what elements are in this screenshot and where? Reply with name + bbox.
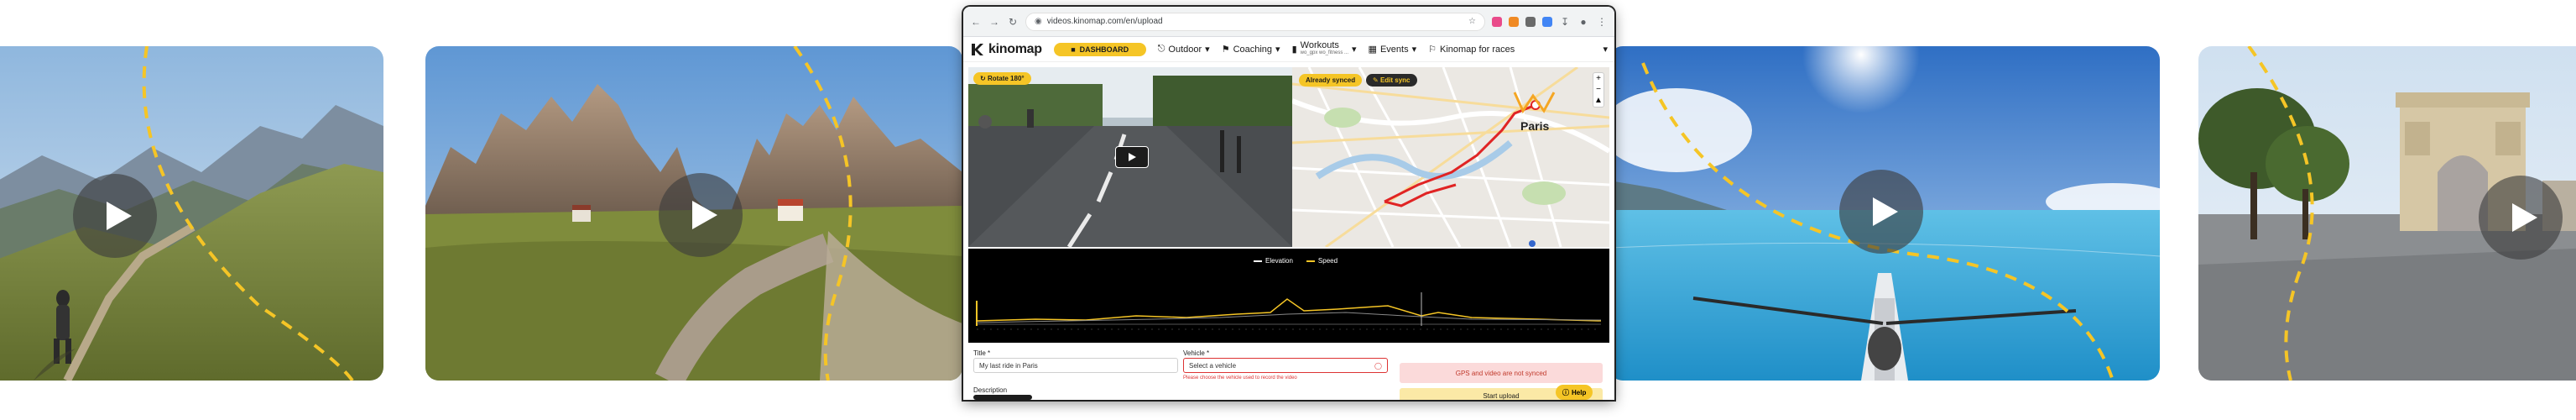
kinomap-logo[interactable]: kinomap (970, 42, 1042, 57)
nav-workouts[interactable]: ▮ Workouts wo_gpx wo_fitness ... ▾ (1291, 39, 1357, 57)
video-preview[interactable]: ↻ Rotate 180° (968, 67, 1292, 247)
showcase-strip: ← → ↻ ◉ videos.kinomap.com/en/upload ☆ ↧… (0, 0, 2576, 420)
dashboard-button[interactable]: ■ DASHBOARD (1053, 42, 1146, 56)
elevation-speed-chart[interactable]: Elevation Speed (968, 249, 1609, 343)
extension-icon[interactable] (1492, 16, 1502, 27)
upload-form: Title * My last ride in Paris Vehicle * … (963, 344, 1614, 400)
coaching-icon: ⚑ (1221, 45, 1230, 55)
zoom-out-icon[interactable]: − (1593, 84, 1603, 95)
edit-sync-button[interactable]: ✎ Edit sync (1366, 74, 1417, 87)
sync-editor: ↻ Rotate 180° Already synced ✎ Edit sync… (963, 62, 1614, 249)
play-button[interactable] (659, 173, 743, 257)
site-info-icon[interactable]: ◉ (1035, 17, 1042, 26)
extension-icon[interactable] (1542, 16, 1552, 27)
edit-sync-label: Edit sync (1379, 76, 1411, 84)
nav-coaching[interactable]: ⚑ Coaching ▾ (1222, 44, 1280, 55)
nav-label: Kinomap for races (1440, 44, 1515, 55)
error-circle-icon: ◯ (1374, 361, 1382, 370)
nav-label: Coaching (1233, 44, 1273, 55)
play-icon (2512, 203, 2537, 232)
chevron-down-icon: ▾ (1275, 45, 1280, 55)
back-icon[interactable]: ← (970, 16, 982, 28)
trail-run-scene (0, 46, 383, 381)
kinomap-k-icon (972, 43, 983, 55)
download-icon[interactable]: ↧ (1559, 16, 1571, 28)
pencil-icon: ✎ (1373, 76, 1379, 84)
play-button[interactable] (1839, 170, 1923, 254)
profile-icon[interactable]: ● (1577, 16, 1589, 28)
play-icon (1129, 153, 1136, 161)
nav-events[interactable]: ▦ Events ▾ (1369, 44, 1417, 55)
chevron-down-icon: ▾ (1352, 45, 1357, 55)
nav-label: Workouts (1300, 39, 1339, 50)
help-label: Help (1572, 388, 1587, 396)
flag-icon: ⚐ (1428, 45, 1437, 55)
vehicle-error: Please choose the vehicle used to record… (1183, 375, 1297, 381)
logo-text: kinomap (988, 41, 1042, 56)
title-label: Title * (973, 349, 991, 357)
chart-plot (976, 292, 1602, 330)
rotate-button[interactable]: ↻ Rotate 180° (973, 72, 1031, 85)
play-button[interactable] (2479, 176, 2563, 260)
browser-toolbar: ← → ↻ ◉ videos.kinomap.com/en/upload ☆ ↧… (963, 7, 1614, 37)
compass-icon: ⎋ (1157, 44, 1165, 54)
extension-icon[interactable] (1525, 16, 1536, 27)
url-text: videos.kinomap.com/en/upload (1046, 17, 1163, 26)
description-label: Description (973, 386, 1008, 394)
title-input[interactable]: My last ride in Paris (973, 358, 1178, 373)
rotate-icon: ↻ (980, 75, 986, 82)
compass-icon[interactable]: ▲ (1593, 95, 1603, 106)
rotate-label: Rotate 180° (987, 75, 1025, 82)
chevron-down-icon[interactable]: ▾ (1603, 44, 1608, 55)
chevron-down-icon: ▾ (1411, 45, 1417, 55)
nav-outdoor[interactable]: ⎋ Outdoor ▾ (1158, 44, 1210, 55)
vehicle-label: Vehicle * (1183, 349, 1210, 357)
description-toolbar[interactable] (973, 395, 1032, 400)
browser-menu-icon[interactable]: ⋮ (1596, 16, 1608, 28)
nav-label: Outdoor (1168, 44, 1202, 55)
play-button[interactable] (73, 174, 157, 258)
play-icon (692, 201, 717, 229)
video-card-trail-run[interactable] (0, 46, 383, 381)
paris-map (1292, 67, 1609, 247)
chart-icon: ▮ (1291, 45, 1297, 55)
help-icon: ⓘ (1562, 388, 1569, 396)
nav-races[interactable]: ⚐ Kinomap for races (1428, 44, 1515, 55)
reload-icon[interactable]: ↻ (1007, 16, 1019, 28)
already-synced-button[interactable]: Already synced (1299, 74, 1363, 87)
site-navigation: kinomap ■ DASHBOARD ⎋ Outdoor ▾ ⚑ Coaching ▾… (963, 37, 1614, 62)
route-map[interactable]: Already synced ✎ Edit sync Paris + − ▲ (1292, 67, 1609, 247)
map-zoom-controls[interactable]: + − ▲ (1593, 72, 1604, 108)
play-icon (107, 202, 132, 230)
video-play-button[interactable] (1115, 146, 1149, 168)
vehicle-select[interactable]: Select a vehicle ◯ (1183, 358, 1388, 373)
video-card-dolomites[interactable] (425, 46, 962, 381)
already-synced-label: Already synced (1306, 76, 1356, 84)
video-card-paris[interactable] (2198, 46, 2576, 381)
gps-status-banner: GPS and video are not synced (1400, 363, 1603, 383)
map-city-label: Paris (1520, 119, 1550, 133)
chevron-down-icon: ▾ (1205, 45, 1210, 55)
play-icon (1873, 197, 1898, 226)
nav-label: Events (1379, 44, 1409, 55)
help-button[interactable]: ⓘ Help (1556, 385, 1593, 400)
extension-icon[interactable] (1509, 16, 1519, 27)
dashboard-icon: ■ (1071, 45, 1076, 54)
dashboard-label: DASHBOARD (1079, 45, 1129, 54)
zoom-in-icon[interactable]: + (1593, 73, 1603, 84)
forward-icon[interactable]: → (988, 16, 1000, 28)
video-card-rowing[interactable] (1609, 46, 2160, 381)
address-bar[interactable]: ◉ videos.kinomap.com/en/upload ☆ (1025, 12, 1485, 31)
browser-window: ← → ↻ ◉ videos.kinomap.com/en/upload ☆ ↧… (963, 7, 1614, 400)
calendar-icon: ▦ (1368, 45, 1377, 55)
nav-sublabel: wo_gpx wo_fitness ... (1300, 50, 1349, 55)
vehicle-placeholder: Select a vehicle (1189, 361, 1237, 370)
bookmark-star-icon[interactable]: ☆ (1468, 17, 1476, 26)
